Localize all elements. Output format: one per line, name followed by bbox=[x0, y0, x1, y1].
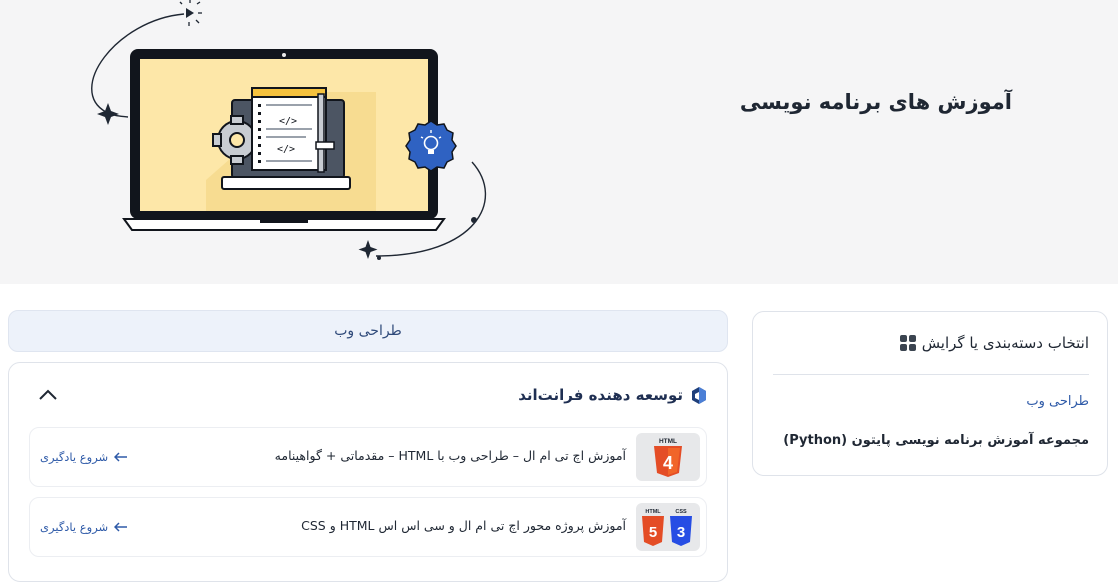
arrow-left-icon bbox=[114, 522, 128, 532]
sparkle-icon bbox=[97, 103, 119, 125]
category-filter-heading: انتخاب دسته‌بندی یا گرایش bbox=[899, 334, 1089, 352]
chevron-up-icon[interactable] bbox=[37, 387, 59, 403]
course-title: آموزش اچ تی ام ال – طراحی وب با HTML – م… bbox=[274, 448, 626, 463]
sidebar-item-web-design[interactable]: طراحی وب bbox=[1026, 394, 1089, 409]
course-title: آموزش پروژه محور اچ تی ام ال و سی اس اس … bbox=[301, 518, 626, 533]
laptop-illustration: </> </> bbox=[91, 0, 487, 260]
sidebar-item-python[interactable]: مجموعه آموزش برنامه نویسی پایتون (Python… bbox=[783, 433, 1089, 448]
svg-text:3: 3 bbox=[677, 524, 685, 541]
svg-text:HTML: HTML bbox=[645, 509, 661, 515]
cursor-icon bbox=[179, 0, 202, 26]
svg-text:5: 5 bbox=[649, 524, 657, 541]
start-learning-link[interactable]: شروع یادگیری bbox=[40, 450, 128, 464]
html5-icon: HTML 4 bbox=[654, 438, 682, 477]
category-filter-card: انتخاب دسته‌بندی یا گرایش طراحی وب مجموع… bbox=[752, 311, 1108, 476]
section-title: توسعه دهنده فرانت‌اند bbox=[518, 386, 683, 404]
start-learning-label: شروع یادگیری bbox=[40, 520, 109, 534]
tab-web-design[interactable]: طراحی وب bbox=[8, 310, 728, 352]
start-learning-label: شروع یادگیری bbox=[40, 450, 109, 464]
course-row[interactable]: HTML 4 آموزش اچ تی ام ال – طراحی وب با H… bbox=[29, 427, 707, 487]
html-css-icon: HTML CSS 5 3 bbox=[642, 509, 692, 546]
course-thumbnail: HTML CSS 5 3 bbox=[636, 503, 700, 551]
course-section-panel: توسعه دهنده فرانت‌اند HTML 4 آموزش اچ تی… bbox=[8, 362, 728, 582]
hero-banner: </> </> آموزش های برنامه نویسی bbox=[0, 0, 1118, 284]
divider bbox=[773, 374, 1089, 375]
start-learning-link[interactable]: شروع یادگیری bbox=[40, 520, 128, 534]
section-heading: توسعه دهنده فرانت‌اند bbox=[518, 385, 709, 405]
svg-text:CSS: CSS bbox=[675, 509, 687, 515]
page-title: آموزش های برنامه نویسی bbox=[739, 90, 1012, 114]
sparkle-icon bbox=[358, 240, 378, 259]
grid-icon bbox=[899, 335, 916, 351]
code-glyph: </> bbox=[279, 116, 297, 127]
code-glyph: </> bbox=[277, 144, 295, 155]
frontend-icon bbox=[692, 387, 706, 404]
arrow-left-icon bbox=[114, 452, 128, 462]
course-thumbnail: HTML 4 bbox=[636, 433, 700, 481]
category-filter-label: انتخاب دسته‌بندی یا گرایش bbox=[921, 334, 1089, 352]
svg-text:4: 4 bbox=[663, 453, 673, 473]
course-row[interactable]: HTML CSS 5 3 آموزش پروژه محور اچ تی ام ا… bbox=[29, 497, 707, 557]
svg-text:HTML: HTML bbox=[659, 438, 677, 445]
